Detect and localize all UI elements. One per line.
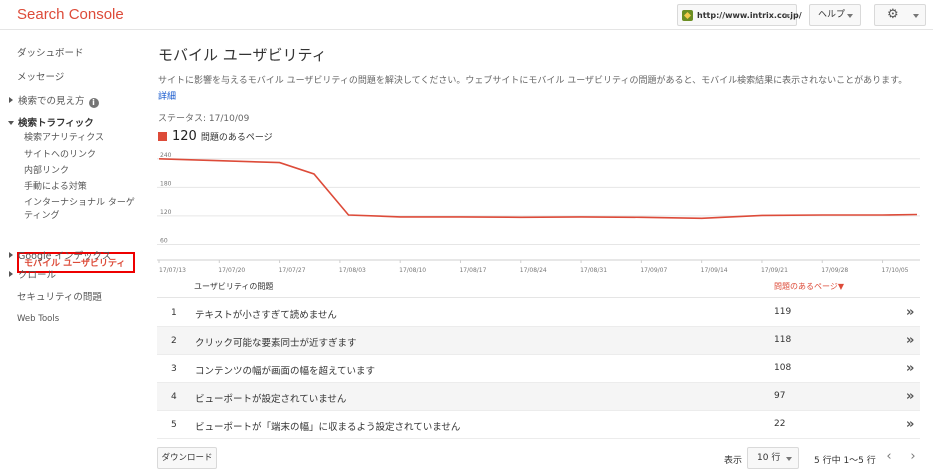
app-logo[interactable]: Search Console	[17, 6, 124, 23]
sidebar-item-label: クロール	[18, 270, 57, 281]
x-tick-label: 17/07/13	[159, 267, 186, 274]
sidebar-item-label: 検索での見え方	[18, 96, 85, 107]
next-page-button[interactable]: ›	[902, 447, 924, 469]
column-header-issue: ユーザビリティの問題	[194, 282, 274, 291]
sidebar-item-web-tools[interactable]: Web Tools	[17, 314, 59, 324]
x-tick-label: 17/09/07	[640, 267, 667, 274]
x-tick-label: 17/07/20	[218, 267, 245, 274]
table-row[interactable]: 1 テキストが小さすぎて読めません 119 »	[157, 299, 920, 327]
affected-pages-count: 108	[774, 363, 792, 373]
chart-legend: 120 問題のあるページ	[158, 129, 273, 144]
issues-line-chart: 240 180 120 60 17/07/13 17/07/20 17/07/27 17/08…	[157, 152, 920, 274]
chevron-down-icon	[784, 14, 790, 18]
x-tick-label: 17/10/05	[882, 267, 909, 274]
issue-name: ビューポートが設定されていません	[195, 394, 347, 405]
expand-arrow-icon	[9, 252, 13, 258]
double-chevron-right-icon[interactable]: »	[906, 417, 914, 432]
sidebar-item-search-traffic[interactable]: 検索トラフィック	[8, 115, 94, 129]
sidebar-item-links-to-site[interactable]: サイトへのリンク	[24, 149, 96, 161]
double-chevron-right-icon[interactable]: »	[906, 361, 914, 376]
y-tick-label: 240	[160, 152, 172, 159]
x-tick-label: 17/08/17	[459, 267, 486, 274]
affected-pages-count: 118	[774, 335, 792, 345]
pagination-range: 5 行中 1～5 行	[814, 456, 876, 466]
issue-name: クリック可能な要素同士が近すぎます	[195, 338, 357, 349]
gear-icon: ⚙	[887, 7, 899, 22]
y-tick-label: 60	[160, 237, 168, 244]
row-number: 2	[171, 336, 177, 346]
issue-name: テキストが小さすぎて読めません	[195, 310, 337, 321]
sidebar-item-security[interactable]: セキュリティの問題	[17, 289, 102, 303]
page-description: サイトに影響を与えるモバイル ユーザビリティの問題を解決してください。ウェブサイ…	[158, 76, 908, 86]
sidebar-item-international-targeting[interactable]: インターナショナル ターゲ	[24, 197, 135, 209]
sidebar: ダッシュボード メッセージ 検索での見え方 i 検索トラフィック 検索アナリティク…	[0, 30, 145, 472]
sidebar-item-label: Google インデックス	[18, 251, 112, 262]
table-row[interactable]: 2 クリック可能な要素同士が近すぎます 118 »	[157, 327, 920, 355]
issue-name: コンテンツの幅が画面の幅を超えています	[195, 366, 376, 377]
expand-arrow-icon	[9, 97, 13, 103]
chevron-down-icon	[847, 14, 853, 18]
settings-button[interactable]: ⚙	[874, 4, 926, 26]
page-title: モバイル ユーザビリティ	[158, 46, 327, 64]
x-tick-label: 17/09/21	[761, 267, 788, 274]
y-tick-label: 120	[160, 209, 172, 216]
sidebar-item-manual-actions[interactable]: 手動による対策	[24, 181, 87, 193]
collapse-arrow-icon	[8, 121, 14, 125]
double-chevron-right-icon[interactable]: »	[906, 305, 914, 320]
double-chevron-right-icon[interactable]: »	[906, 333, 914, 348]
x-tick-label: 17/09/14	[701, 267, 728, 274]
legend-swatch	[158, 132, 167, 141]
sidebar-item-messages[interactable]: メッセージ	[17, 69, 64, 83]
sidebar-item-dashboard[interactable]: ダッシュボード	[17, 45, 84, 59]
help-button[interactable]: ヘルプ	[809, 4, 861, 26]
row-number: 5	[171, 420, 177, 430]
issue-name: ビューポートが「端末の幅」に収まるよう設定されていません	[195, 422, 461, 433]
table-row[interactable]: 5 ビューポートが「端末の幅」に収まるよう設定されていません 22 »	[157, 411, 920, 439]
row-number: 3	[171, 364, 177, 374]
chevron-down-icon	[786, 457, 792, 461]
chevron-down-icon	[913, 14, 919, 18]
sidebar-item-google-index[interactable]: Google インデックス	[9, 248, 111, 262]
legend-label: 問題のあるページ	[200, 133, 273, 143]
rows-per-page-label: 表示	[724, 456, 743, 466]
site-favicon-icon	[682, 9, 693, 21]
x-tick-label: 17/08/31	[580, 267, 607, 274]
help-label: ヘルプ	[818, 10, 846, 20]
x-tick-label: 17/08/24	[520, 267, 547, 274]
legend-count: 120	[172, 129, 197, 144]
sidebar-item-search-appearance[interactable]: 検索での見え方 i	[9, 93, 99, 108]
double-chevron-right-icon[interactable]: »	[906, 389, 914, 404]
series-line	[158, 158, 918, 220]
table-header: ユーザビリティの問題 問題のあるページ▼	[157, 276, 920, 298]
sidebar-item-internal-links[interactable]: 内部リンク	[24, 165, 69, 177]
sidebar-item-label: 検索トラフィック	[18, 118, 94, 129]
info-icon[interactable]: i	[88, 98, 99, 108]
sidebar-item-international-targeting-cont[interactable]: ティング	[24, 210, 59, 222]
sidebar-item-crawl[interactable]: クロール	[9, 267, 56, 281]
affected-pages-count: 22	[774, 419, 786, 429]
column-header-pages[interactable]: 問題のあるページ▼	[774, 281, 844, 292]
x-tick-label: 17/08/03	[339, 267, 366, 274]
row-number: 4	[171, 392, 177, 402]
details-link[interactable]: 詳細	[158, 89, 176, 102]
x-tick-label: 17/08/10	[399, 267, 426, 274]
table-row[interactable]: 3 コンテンツの幅が画面の幅を超えています 108 »	[157, 355, 920, 383]
top-header: Search Console http://www.intrix.co.jp/ …	[0, 0, 933, 30]
x-tick-label: 17/07/27	[279, 267, 306, 274]
expand-arrow-icon	[9, 271, 13, 277]
table-row[interactable]: 4 ビューポートが設定されていません 97 »	[157, 383, 920, 411]
row-number: 1	[171, 308, 177, 318]
download-button[interactable]: ダウンロード	[157, 447, 217, 469]
x-tick-label: 17/09/28	[821, 267, 848, 274]
status-date: ステータス: 17/10/09	[158, 114, 250, 124]
property-selector[interactable]: http://www.intrix.co.jp/	[677, 4, 802, 26]
prev-page-button[interactable]: ‹	[878, 447, 900, 469]
affected-pages-count: 119	[774, 307, 792, 317]
rows-per-page-value: 10 行	[757, 453, 781, 463]
rows-per-page-select[interactable]: 10 行	[747, 447, 799, 469]
sidebar-item-search-analytics[interactable]: 検索アナリティクス	[24, 132, 104, 144]
affected-pages-count: 97	[774, 391, 786, 401]
y-tick-label: 180	[160, 180, 172, 187]
